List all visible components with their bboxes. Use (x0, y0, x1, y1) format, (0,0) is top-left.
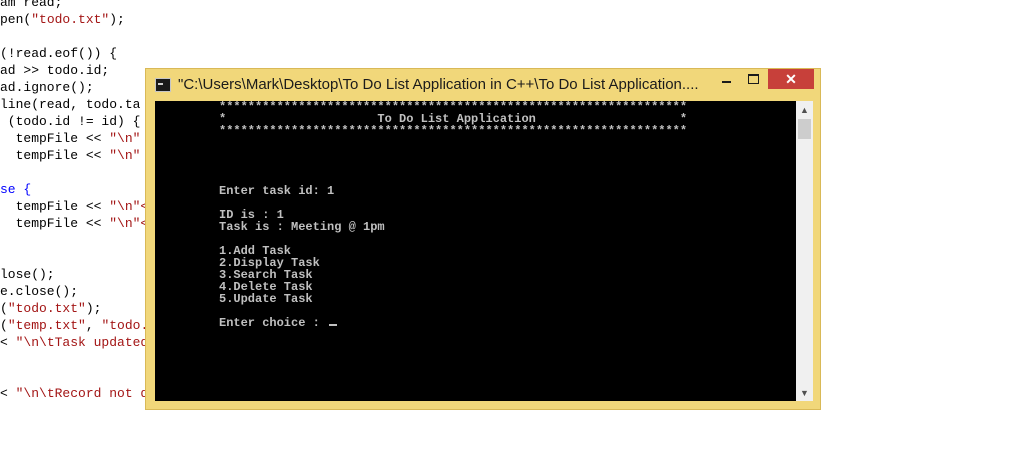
code-line: ad.ignore(); (0, 80, 94, 96)
code-token: "\n\tTask updated (15, 335, 149, 350)
console-app-icon (155, 78, 171, 92)
scroll-down-icon[interactable]: ▼ (796, 384, 813, 401)
code-token: "\n\tRecord not d (15, 386, 149, 401)
code-token: "\n"< (109, 216, 149, 231)
close-icon: ✕ (785, 70, 797, 87)
code-token: < (0, 386, 16, 401)
text-cursor (329, 324, 338, 326)
console-line-text: 5.Update Task (219, 292, 313, 306)
code-line: tempFile << "\n"< (0, 216, 149, 232)
code-token: ( (0, 318, 8, 333)
code-token: ); (85, 301, 102, 316)
code-line: (!read.eof()) { (0, 46, 117, 62)
code-token: e.close(); (0, 284, 79, 299)
code-line: ("todo.txt"); (0, 301, 101, 317)
code-token: line(read, todo.ta (0, 97, 141, 112)
code-line: tempFile << "\n"< (0, 199, 149, 215)
console-line-text: Task is : Meeting @ 1pm (219, 220, 385, 234)
scroll-thumb[interactable] (798, 119, 811, 139)
code-token: "todo.txt" (31, 12, 110, 27)
code-token: "temp.txt" (7, 318, 86, 333)
code-token: ( (0, 301, 8, 316)
code-token: tempFile << (0, 148, 110, 163)
code-line: e.close(); (0, 284, 78, 300)
code-token: ad >> todo.id; (0, 63, 110, 78)
console-line: ****************************************… (219, 125, 687, 137)
console-line-text: Enter choice : (219, 316, 328, 330)
code-token: se { (0, 182, 32, 197)
console-line-text: Enter task id: 1 (219, 184, 335, 198)
code-line: (todo.id != id) { (0, 114, 141, 130)
code-token: ad.ignore(); (0, 80, 94, 95)
code-token: "\n" (109, 148, 141, 163)
code-line: tempFile << "\n" (0, 131, 141, 147)
console-window[interactable]: "C:\Users\Mark\Desktop\To Do List Applic… (145, 68, 821, 410)
code-token: ); (109, 12, 125, 27)
maximize-button[interactable] (740, 69, 766, 89)
scroll-up-icon[interactable]: ▲ (796, 101, 813, 118)
close-button[interactable]: ✕ (768, 69, 814, 89)
maximize-icon (747, 74, 759, 84)
code-token: lose(); (0, 267, 55, 282)
code-line: lose(); (0, 267, 55, 283)
code-token: "\n" (109, 131, 141, 146)
code-line: < "\n\tTask updated (0, 335, 148, 351)
vertical-scrollbar[interactable]: ▲ ▼ (796, 101, 813, 401)
window-title: "C:\Users\Mark\Desktop\To Do List Applic… (178, 76, 699, 93)
console-line: Enter task id: 1 (219, 185, 687, 197)
code-line: < "\n\tRecord not d (0, 386, 148, 402)
code-token: pen( (0, 12, 32, 27)
console-output[interactable]: ****************************************… (155, 101, 796, 401)
code-line: tempFile << "\n" (0, 148, 141, 164)
code-token: tempFile << (0, 199, 110, 214)
code-token: tempFile << (0, 131, 110, 146)
console-line: 5.Update Task (219, 293, 687, 305)
code-token: "\n"< (109, 199, 149, 214)
code-token: tempFile << (0, 216, 110, 231)
console-line-text: ****************************************… (219, 124, 688, 138)
code-token: , (85, 318, 102, 333)
code-line: am read; (0, 0, 62, 11)
code-token: < (0, 335, 16, 350)
console-line: Task is : Meeting @ 1pm (219, 221, 687, 233)
console-line: Enter choice : (219, 317, 687, 329)
title-bar[interactable]: "C:\Users\Mark\Desktop\To Do List Applic… (146, 69, 822, 101)
code-token: "todo. (101, 318, 149, 333)
code-token: (todo.id != id) { (0, 114, 141, 129)
minimize-button[interactable] (712, 69, 740, 89)
code-line: ad >> todo.id; (0, 63, 109, 79)
code-token: am read; (0, 0, 63, 10)
code-line: line(read, todo.ta (0, 97, 140, 113)
code-line: ("temp.txt", "todo. (0, 318, 148, 334)
code-line: se { (0, 182, 31, 198)
code-line: pen("todo.txt"); (0, 12, 125, 28)
console-text: ****************************************… (219, 101, 687, 329)
code-token: "todo.txt" (7, 301, 86, 316)
minimize-icon (721, 81, 731, 83)
code-token: (!read.eof()) { (0, 46, 118, 61)
